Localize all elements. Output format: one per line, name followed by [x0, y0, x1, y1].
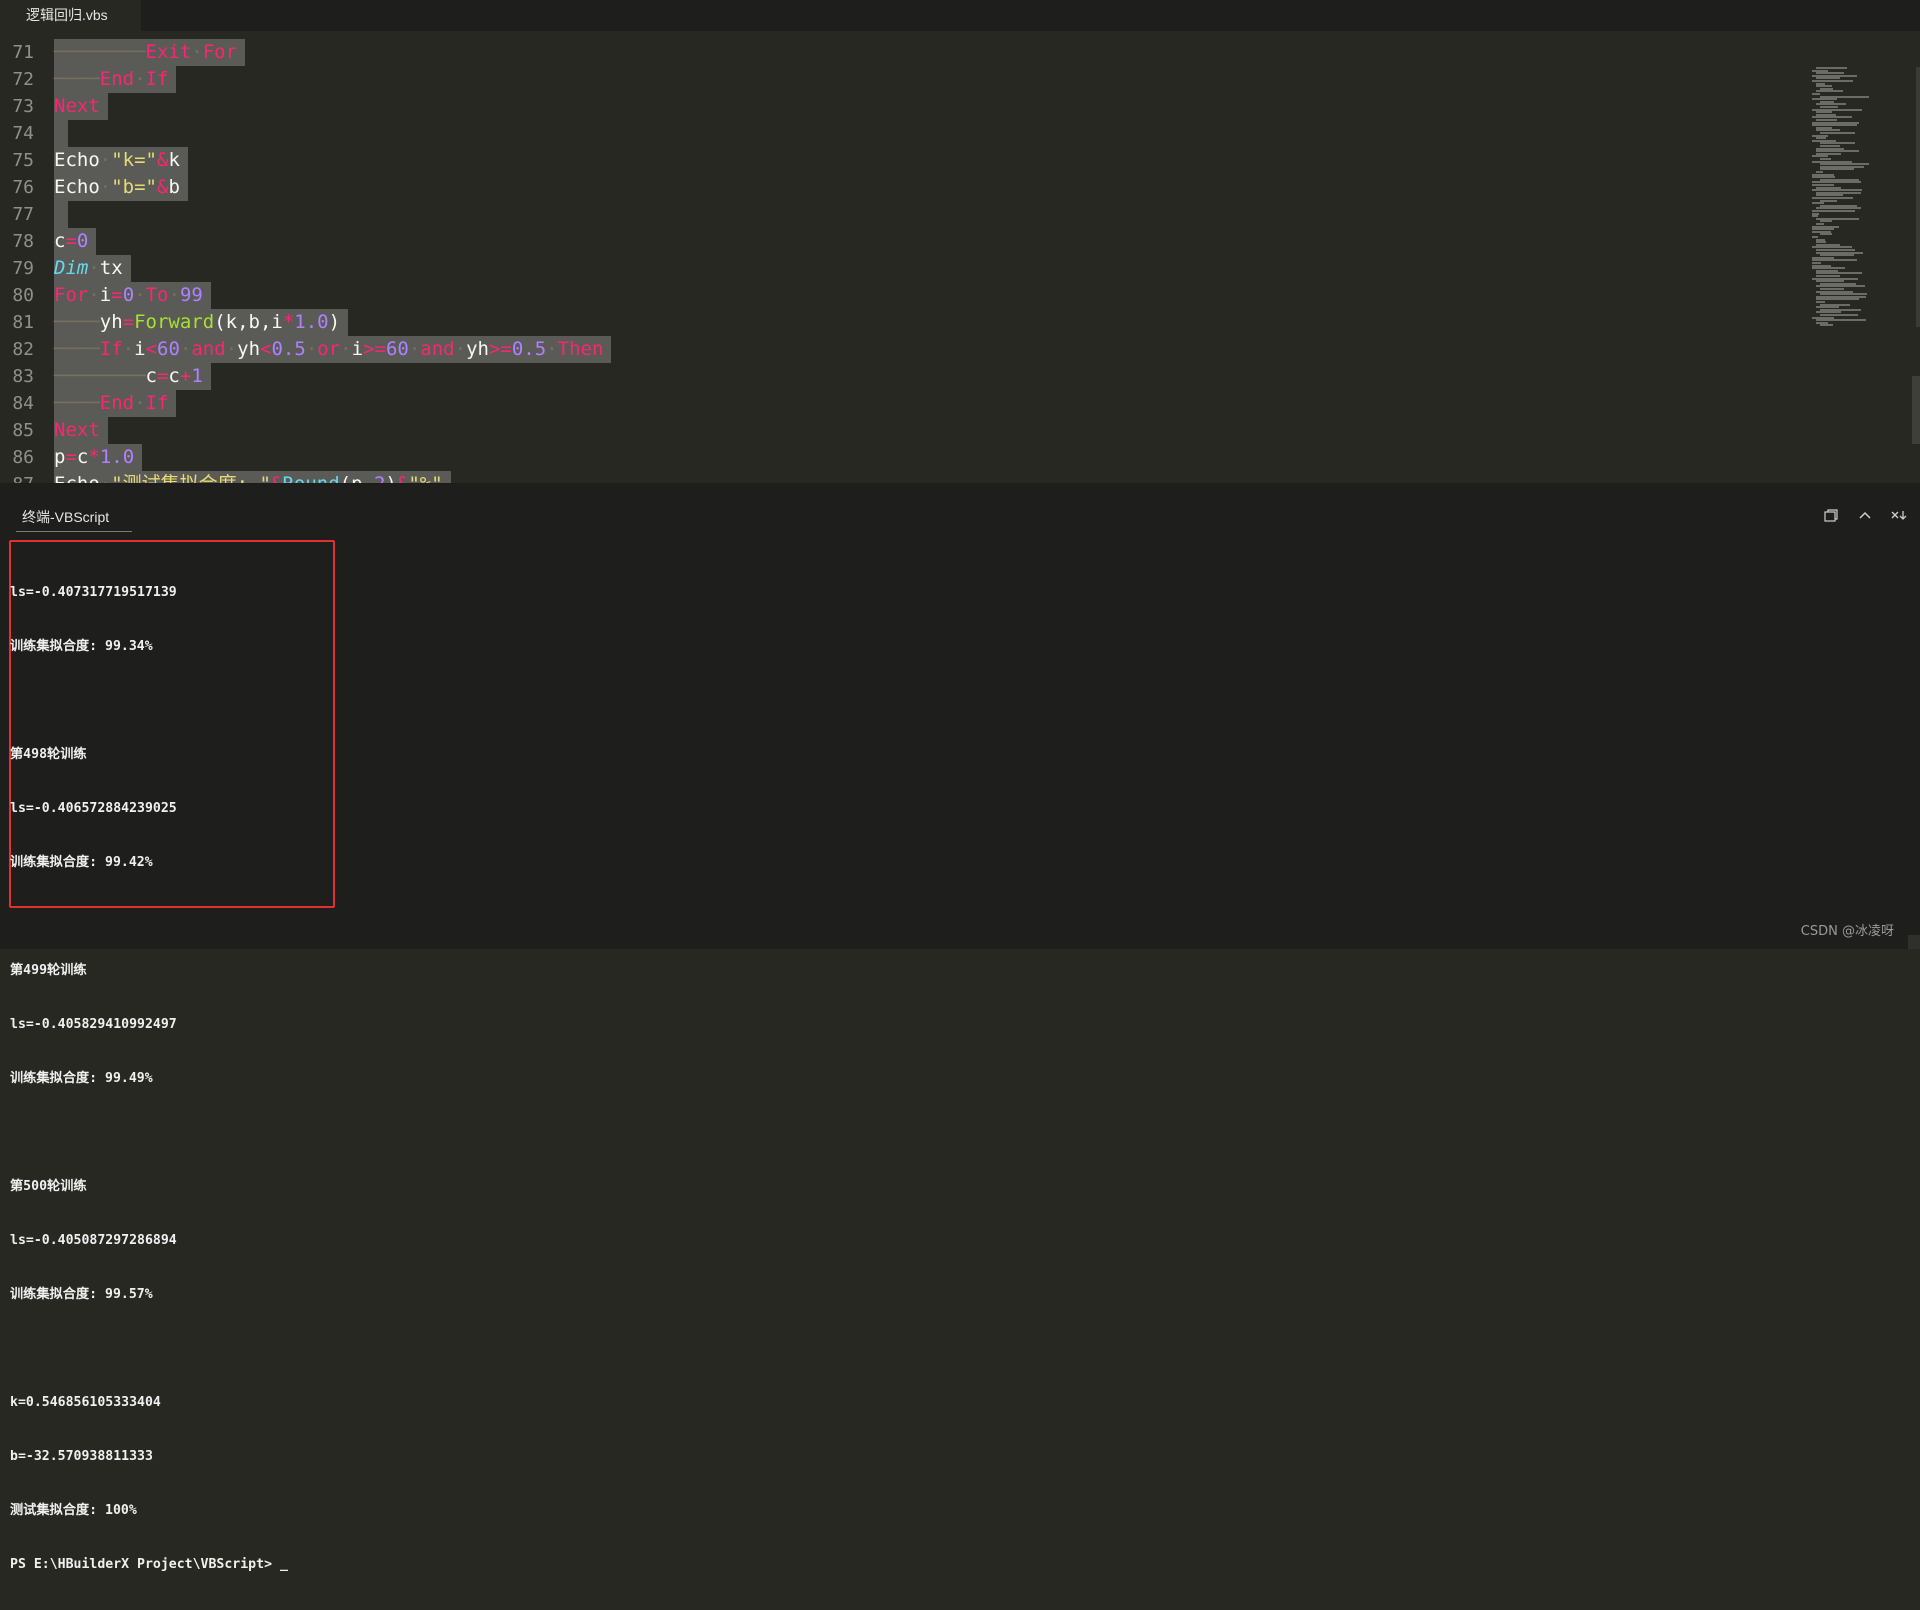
code-line[interactable]: ────────Exit·For: [54, 39, 611, 66]
line-number: 83: [12, 366, 34, 387]
resize-corner[interactable]: [1908, 935, 1920, 949]
chevron-up-icon[interactable]: [1856, 508, 1874, 526]
terminal-line: 训练集拟合度: 99.49%: [10, 1071, 153, 1086]
terminal-line: b=-32.570938811333: [10, 1449, 153, 1464]
code-line[interactable]: p=c*1.0: [54, 444, 611, 471]
line-number: 87: [0, 471, 34, 483]
code-line[interactable]: [54, 201, 611, 228]
line-number: 73: [12, 96, 34, 117]
line-number: 74: [12, 123, 34, 144]
line-number: 72: [12, 69, 34, 90]
minimap-line: [1816, 90, 1843, 93]
terminal-line: 第499轮训练: [10, 963, 87, 978]
code-line[interactable]: Next: [54, 93, 611, 120]
terminal-line: 训练集拟合度: 99.34%: [10, 639, 153, 654]
line-number: 76: [12, 177, 34, 198]
minimap[interactable]: [1812, 67, 1912, 327]
terminal-line: 第498轮训练: [10, 747, 87, 762]
terminal-line: k=0.546856105333404: [10, 1395, 161, 1410]
code-line[interactable]: Echo·"测试集拟合度: "&Round(p,2)&"%": [54, 471, 611, 483]
code-line[interactable]: ────If·i<60·and·yh<0.5·or·i>=60·and·yh>=…: [54, 336, 612, 363]
line-number: 71: [12, 42, 34, 63]
window-restore-icon[interactable]: [1822, 508, 1840, 526]
tab-terminal[interactable]: 终端-VBScript: [16, 506, 132, 532]
line-number: 75: [12, 150, 34, 171]
code-line[interactable]: ────End·If: [54, 390, 611, 417]
line-number: 77: [12, 204, 34, 225]
code-line[interactable]: c=0: [54, 228, 611, 255]
line-number: 81: [12, 312, 34, 333]
line-number: 85: [12, 420, 34, 441]
line-number: 86: [12, 447, 34, 468]
terminal-line: 训练集拟合度: 99.57%: [10, 1287, 153, 1302]
code-line[interactable]: Next: [54, 417, 611, 444]
close-pin-icon[interactable]: [1890, 508, 1908, 526]
terminal-line: ls=-0.406572884239025: [10, 801, 177, 816]
code-line[interactable]: ────End·If: [54, 66, 611, 93]
scrollbar-track[interactable]: [1916, 67, 1920, 327]
code-line[interactable]: ────────c=c+1: [54, 363, 611, 390]
code-lines[interactable]: ────────Exit·For ────End·If Next Echo·"k…: [54, 39, 612, 483]
terminal-prompt[interactable]: PS E:\HBuilderX Project\VBScript> _: [10, 1556, 288, 1574]
minimap-line: [1820, 324, 1833, 327]
line-number: 84: [12, 393, 34, 414]
code-line[interactable]: For·i=0·To·99: [54, 282, 611, 309]
line-number: 79: [12, 258, 34, 279]
minimap-line: [1812, 93, 1820, 95]
code-line[interactable]: [54, 120, 611, 147]
code-line[interactable]: Echo·"b="&b: [54, 174, 611, 201]
code-line[interactable]: Dim·tx: [54, 255, 611, 282]
code-line[interactable]: ────yh=Forward(k,b,i*1.0): [54, 309, 611, 336]
watermark: CSDN @冰凌呀: [1800, 924, 1894, 939]
scrollbar-thumb[interactable]: [1912, 376, 1920, 444]
terminal-output[interactable]: ls=-0.407317719517139 训练集拟合度: 99.34% 第49…: [10, 548, 288, 1610]
tab-file[interactable]: 逻辑回归.vbs: [0, 0, 141, 31]
terminal-line: 训练集拟合度: 99.42%: [10, 855, 153, 870]
code-editor[interactable]: 71 72 73 74 75 76 77 78 79 80 81 82 83 8…: [0, 31, 1920, 483]
line-number: 82: [12, 339, 34, 360]
terminal-line: 测试集拟合度: 100%: [10, 1503, 137, 1518]
line-number: 78: [12, 231, 34, 252]
minimap-line: [1820, 168, 1854, 171]
minimap-line: [1820, 233, 1832, 236]
line-number: 80: [12, 285, 34, 306]
tab-bar: 逻辑回归.vbs: [0, 0, 1920, 31]
line-number-gutter: 71 72 73 74 75 76 77 78 79 80 81 82 83 8…: [0, 39, 48, 483]
code-line[interactable]: Echo·"k="&k: [54, 147, 611, 174]
terminal-line: 第500轮训练: [10, 1179, 87, 1194]
panel-toolbar: [1822, 508, 1908, 526]
terminal-line: ls=-0.405087297286894: [10, 1233, 177, 1248]
terminal-line: ls=-0.407317719517139: [10, 585, 177, 600]
terminal-line: ls=-0.405829410992497: [10, 1017, 177, 1032]
terminal-panel: 终端-VBScript ls=-0.407317719517139 训练集拟合度…: [0, 484, 1920, 1572]
